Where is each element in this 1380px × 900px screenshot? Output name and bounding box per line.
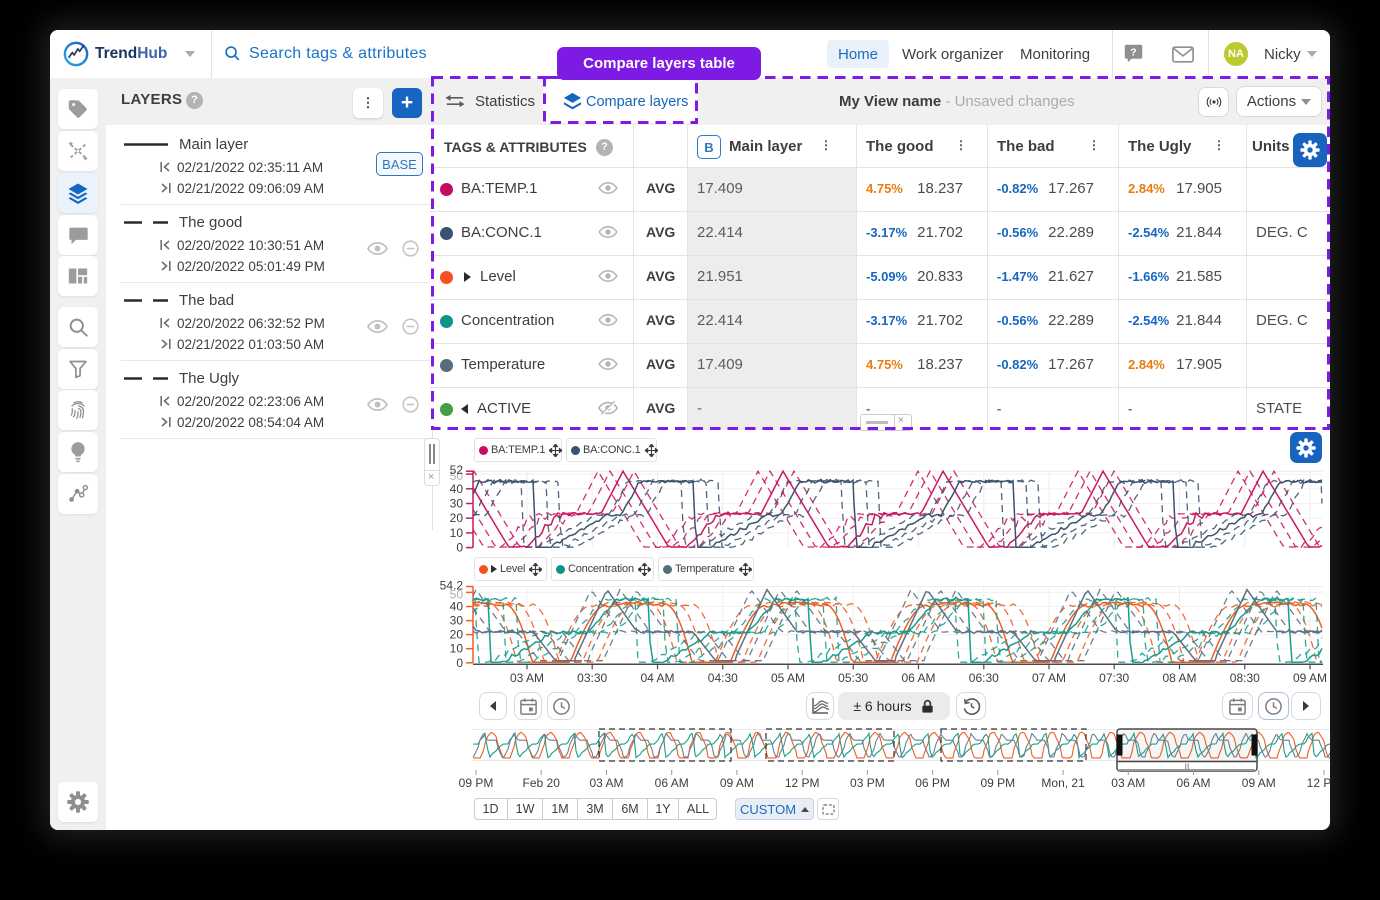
svg-text:03:30: 03:30 [577,671,607,685]
svg-text:06 AM: 06 AM [655,776,689,790]
svg-text:0: 0 [456,656,463,670]
svg-text:12 PM: 12 PM [1307,776,1330,790]
svg-text:10: 10 [450,642,464,656]
svg-text:30: 30 [450,614,464,628]
svg-text:04 AM: 04 AM [640,671,674,685]
svg-text:52: 52 [450,463,464,477]
svg-text:40: 40 [450,482,464,496]
svg-text:09 AM: 09 AM [1293,671,1327,685]
svg-text:II: II [1185,762,1190,772]
svg-text:06 AM: 06 AM [901,671,935,685]
svg-text:54.2: 54.2 [440,579,464,593]
svg-text:09 PM: 09 PM [980,776,1015,790]
svg-text:07 AM: 07 AM [1032,671,1066,685]
svg-text:40: 40 [450,600,464,614]
svg-text:0: 0 [456,541,463,555]
svg-text:07:30: 07:30 [1099,671,1129,685]
svg-text:30: 30 [450,497,464,511]
svg-text:08 AM: 08 AM [1162,671,1196,685]
svg-text:06 PM: 06 PM [915,776,950,790]
svg-text:06:30: 06:30 [969,671,999,685]
svg-text:Mon, 21: Mon, 21 [1041,776,1085,790]
svg-text:20: 20 [450,511,464,525]
svg-text:05:30: 05:30 [838,671,868,685]
svg-text:12 PM: 12 PM [785,776,820,790]
svg-text:20: 20 [450,628,464,642]
svg-text:03 AM: 03 AM [510,671,544,685]
svg-text:Feb 20: Feb 20 [523,776,561,790]
svg-text:09 AM: 09 AM [720,776,754,790]
svg-text:03 AM: 03 AM [589,776,623,790]
svg-text:05 AM: 05 AM [771,671,805,685]
svg-text:04:30: 04:30 [708,671,738,685]
svg-text:08:30: 08:30 [1230,671,1260,685]
svg-text:09 AM: 09 AM [1242,776,1276,790]
svg-text:03 AM: 03 AM [1111,776,1145,790]
svg-text:06 AM: 06 AM [1176,776,1210,790]
svg-text:?: ? [1130,47,1136,59]
svg-text:09 PM: 09 PM [459,776,494,790]
svg-text:10: 10 [450,526,464,540]
svg-text:03 PM: 03 PM [850,776,885,790]
